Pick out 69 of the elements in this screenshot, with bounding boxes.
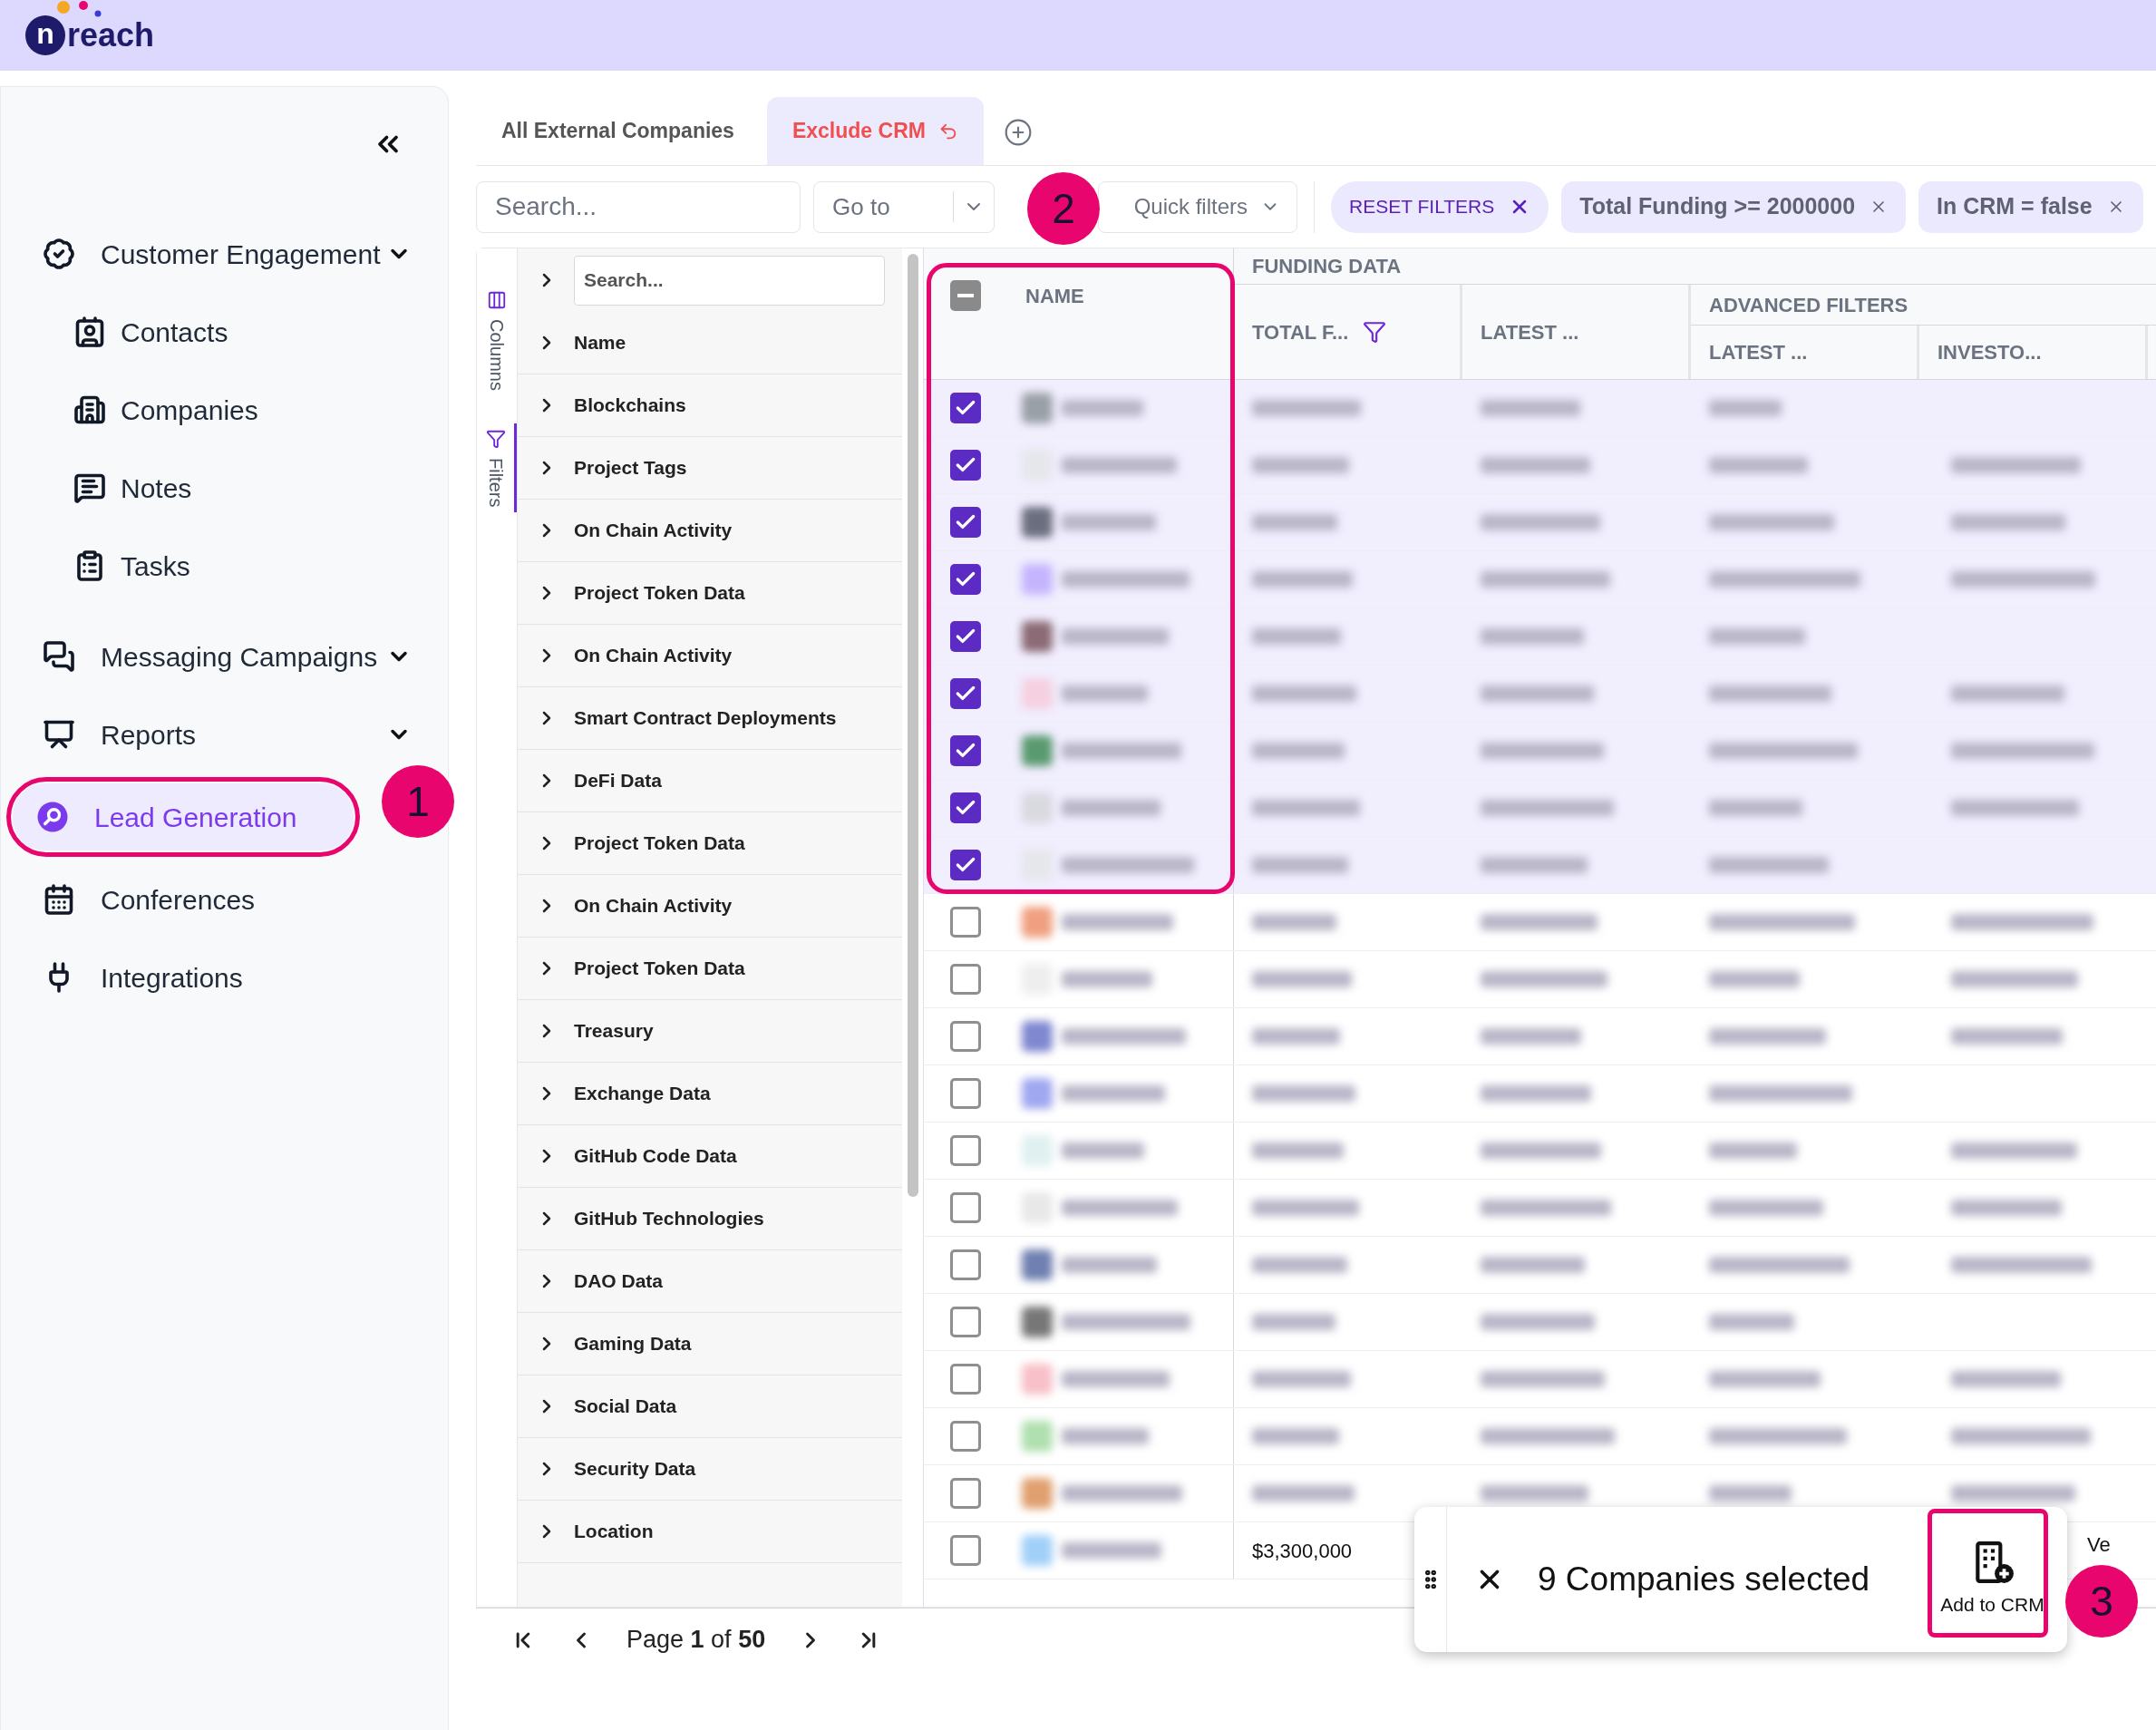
row-checkbox[interactable] — [950, 678, 981, 709]
sidebar-item[interactable]: Customer Engagement — [8, 215, 446, 293]
row-checkbox[interactable] — [950, 1478, 981, 1509]
column-header[interactable]: NAME — [1025, 280, 1084, 311]
columns-icon — [487, 290, 507, 310]
row-checkbox[interactable] — [950, 1021, 981, 1052]
search-field[interactable]: Search... — [476, 180, 801, 233]
scrollbar-thumb[interactable] — [907, 254, 918, 1197]
table-cell-text: $3,300,000 — [1252, 1538, 1353, 1564]
step-badge: 2 — [1027, 172, 1100, 245]
row-checkbox[interactable] — [950, 964, 981, 995]
sidebar-item[interactable]: Lead Generation — [13, 783, 354, 850]
row-checkbox[interactable] — [950, 507, 981, 538]
column-header[interactable]: LATEST ... — [1481, 316, 1579, 347]
column-group-header: FUNDING DATA — [1252, 254, 1402, 279]
logo-mark: n — [25, 15, 65, 55]
row-checkbox[interactable] — [950, 393, 981, 423]
tab[interactable]: All External Companies — [476, 97, 760, 165]
filter-icon[interactable] — [1363, 320, 1387, 344]
contact-card-icon — [73, 316, 106, 348]
column-header[interactable]: LATEST ... — [1709, 337, 1808, 367]
sidebar-item[interactable]: Conferences — [8, 860, 446, 938]
row-checkbox[interactable] — [950, 907, 981, 938]
filter-chip[interactable]: RESET FILTERS — [1331, 180, 1549, 233]
add-to-crm-button[interactable]: Add to CRM — [1936, 1518, 2049, 1641]
quick-filters-dropdown[interactable]: Quick filters — [1098, 180, 1297, 233]
sidebar-subitem[interactable]: Contacts — [1, 293, 446, 371]
search-circle-icon — [36, 801, 69, 833]
column-header[interactable]: TOTAL F... — [1252, 316, 1349, 347]
chat-bubbles-icon — [43, 640, 75, 673]
building-icon — [73, 394, 106, 426]
row-checkbox[interactable] — [950, 621, 981, 652]
filter-chip[interactable]: In CRM = false — [1918, 180, 2143, 233]
row-checkbox[interactable] — [950, 735, 981, 766]
sidebar-subitem[interactable]: Notes — [1, 449, 446, 527]
selection-count: 9 Companies selected — [1538, 1560, 1870, 1600]
row-checkbox[interactable] — [950, 1307, 981, 1337]
filter-chip[interactable]: Total Funding >= 2000000 — [1561, 180, 1907, 233]
row-checkbox[interactable] — [950, 1421, 981, 1452]
page-indicator: Page 1 of 50 — [626, 1625, 766, 1656]
column-group-header: ADVANCED FILTERS — [1709, 292, 1908, 318]
row-checkbox[interactable] — [950, 564, 981, 595]
sidebar-item[interactable]: Messaging Campaigns — [8, 617, 446, 695]
select-all-checkbox[interactable] — [950, 280, 981, 311]
sidebar-subitem[interactable]: Companies — [1, 371, 446, 449]
note-icon — [73, 471, 106, 504]
logo-wordmark: reach — [67, 19, 155, 55]
row-checkbox[interactable] — [950, 1249, 981, 1280]
row-checkbox[interactable] — [950, 450, 981, 481]
row-checkbox[interactable] — [950, 850, 981, 880]
row-checkbox[interactable] — [950, 792, 981, 823]
row-checkbox[interactable] — [950, 1192, 981, 1223]
calendar-person-icon — [43, 883, 75, 916]
sidebar-subitem[interactable]: Tasks — [1, 527, 446, 605]
sidebar-item[interactable]: Integrations — [8, 938, 446, 1016]
side-tab[interactable]: Columns — [477, 285, 517, 396]
filter-icon — [485, 428, 506, 449]
column-header[interactable]: INVESTO... — [1937, 337, 2042, 367]
row-checkbox[interactable] — [950, 1135, 981, 1166]
row-checkbox[interactable] — [950, 1535, 981, 1566]
step-badge: 3 — [2065, 1565, 2138, 1638]
table-cell-text: Ve — [2087, 1532, 2111, 1558]
badge-check-icon — [43, 238, 75, 270]
row-checkbox[interactable] — [950, 1364, 981, 1395]
row-checkbox[interactable] — [950, 1078, 981, 1109]
minus-icon — [957, 294, 974, 297]
add-tab-icon[interactable] — [1003, 118, 1033, 147]
go-to-dropdown[interactable]: Go to — [813, 180, 995, 233]
column-search-field[interactable]: Search... — [574, 255, 885, 306]
